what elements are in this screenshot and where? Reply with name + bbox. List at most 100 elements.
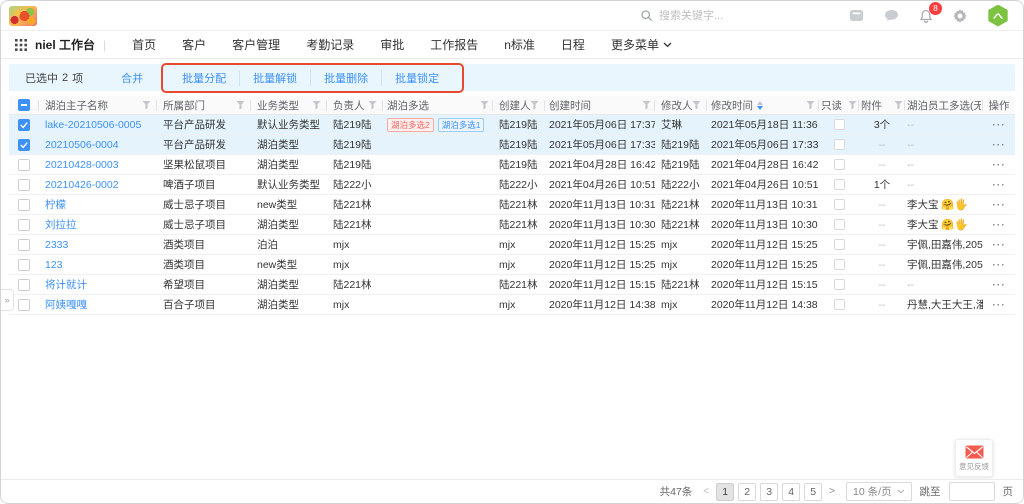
merge-button[interactable]: 合并 [121, 70, 143, 86]
filter-icon[interactable] [806, 101, 815, 110]
sort-icon[interactable] [757, 101, 763, 110]
global-search[interactable] [640, 9, 769, 22]
checkbox[interactable] [834, 259, 845, 270]
page-button[interactable]: 2 [738, 483, 756, 501]
table-row[interactable]: 2333酒类项目泊泊mjxmjx2020年11月12日 15:25mjx2020… [9, 235, 1015, 255]
chat-icon[interactable] [884, 9, 899, 22]
checkbox[interactable] [834, 179, 845, 190]
more-actions-icon[interactable]: ··· [992, 259, 1006, 271]
nav-item[interactable]: 日程 [561, 36, 585, 53]
checkbox[interactable] [834, 279, 845, 290]
nav-item[interactable]: 客户 [182, 36, 206, 53]
filter-icon[interactable] [848, 101, 857, 110]
page-size-select[interactable]: 10 条/页 [846, 482, 912, 501]
checkbox[interactable] [18, 199, 30, 211]
checkbox[interactable] [834, 239, 845, 250]
checkbox[interactable] [834, 159, 845, 170]
more-actions-icon[interactable]: ··· [992, 199, 1006, 211]
bell-icon[interactable]: 8 [919, 9, 933, 23]
more-actions-icon[interactable]: ··· [992, 119, 1006, 131]
page-button[interactable]: 3 [760, 483, 778, 501]
checkbox[interactable] [18, 179, 30, 191]
record-link[interactable]: 20210428-0003 [45, 159, 119, 171]
checkbox[interactable] [18, 299, 30, 311]
nav-item[interactable]: 客户管理 [232, 36, 280, 53]
cell-emp: 李大宝 🤗🖐 [905, 195, 983, 214]
nav-item[interactable]: n标准 [504, 36, 535, 53]
filter-icon[interactable] [530, 101, 539, 110]
search-input[interactable] [659, 10, 769, 22]
checkbox[interactable] [834, 299, 845, 310]
checkbox[interactable] [18, 259, 30, 271]
nav-item[interactable]: 考勤记录 [306, 36, 354, 53]
more-actions-icon[interactable]: ··· [992, 299, 1006, 311]
record-link[interactable]: 123 [45, 259, 63, 271]
apps-grid-icon[interactable] [15, 39, 27, 51]
record-link[interactable]: lake-20210506-0005 [45, 119, 141, 131]
next-page-button[interactable]: > [826, 486, 838, 497]
table-row[interactable]: 20210428-0003坚果松鼠项目湖泊类型陆219陆陆219陆2021年04… [9, 155, 1015, 175]
notebook-icon[interactable] [849, 9, 864, 22]
page-button[interactable]: 5 [804, 483, 822, 501]
record-link[interactable]: 阿姨嘎嘎 [45, 297, 87, 312]
checkbox[interactable] [18, 159, 30, 171]
table-row[interactable]: 123酒类项目new类型mjxmjx2020年11月12日 15:25mjx20… [9, 255, 1015, 275]
nav-item[interactable]: 工作报告 [430, 36, 478, 53]
more-actions-icon[interactable]: ··· [992, 159, 1006, 171]
more-actions-icon[interactable]: ··· [992, 179, 1006, 191]
table-row[interactable]: 将计就计希望项目湖泊类型陆221林陆221林2020年11月12日 15:15陆… [9, 275, 1015, 295]
app-logo[interactable] [9, 6, 37, 26]
prev-page-button[interactable]: < [700, 486, 712, 497]
more-menu[interactable]: 更多菜单 [611, 36, 672, 53]
table-row[interactable]: 20210426-0002啤酒子项目默认业务类型陆222小陆222小2021年0… [9, 175, 1015, 195]
record-link[interactable]: 将计就计 [45, 277, 87, 292]
checkbox[interactable] [18, 139, 30, 151]
checkbox[interactable] [834, 219, 845, 230]
filter-icon[interactable] [236, 101, 245, 110]
checkbox[interactable] [18, 219, 30, 231]
nav-item[interactable]: 审批 [380, 36, 404, 53]
filter-icon[interactable] [312, 101, 321, 110]
user-avatar[interactable] [987, 5, 1009, 27]
record-link[interactable]: 20210426-0002 [45, 179, 119, 191]
gear-icon[interactable] [953, 9, 967, 23]
filter-icon[interactable] [368, 101, 377, 110]
cell-owner: 陆219陆 [327, 155, 383, 174]
batch-action-link[interactable]: 批量锁定 [381, 70, 452, 86]
batch-action-link[interactable]: 批量解锁 [239, 70, 310, 86]
checkbox[interactable] [18, 99, 30, 111]
batch-action-link[interactable]: 批量分配 [169, 70, 239, 86]
more-actions-icon[interactable]: ··· [992, 139, 1006, 151]
checkbox[interactable] [834, 139, 845, 150]
batch-action-link[interactable]: 批量删除 [310, 70, 381, 86]
filter-icon[interactable] [642, 101, 651, 110]
checkbox[interactable] [18, 239, 30, 251]
more-actions-icon[interactable]: ··· [992, 219, 1006, 231]
page-button[interactable]: 4 [782, 483, 800, 501]
jump-page-input[interactable] [949, 482, 995, 501]
checkbox[interactable] [834, 199, 845, 210]
filter-icon[interactable] [692, 101, 701, 110]
checkbox[interactable] [834, 119, 845, 130]
feedback-button[interactable]: 意见反馈 [955, 439, 993, 477]
table-row[interactable]: 柠檬威士忌子项目new类型陆221林陆221林2020年11月13日 10:31… [9, 195, 1015, 215]
record-link[interactable]: 刘拉拉 [45, 217, 77, 232]
table-row[interactable]: lake-20210506-0005平台产品研发默认业务类型陆219陆湖泊多选2… [9, 115, 1015, 135]
record-link[interactable]: 柠檬 [45, 197, 66, 212]
more-actions-icon[interactable]: ··· [992, 239, 1006, 251]
table-row[interactable]: 刘拉拉威士忌子项目湖泊类型陆221林陆221林2020年11月13日 10:30… [9, 215, 1015, 235]
sidebar-expand-handle[interactable]: » [1, 289, 14, 311]
record-link[interactable]: 20210506-0004 [45, 139, 119, 151]
filter-icon[interactable] [894, 101, 903, 110]
more-actions-icon[interactable]: ··· [992, 279, 1006, 291]
table-row[interactable]: 20210506-0004平台产品研发湖泊类型陆219陆陆219陆2021年05… [9, 135, 1015, 155]
filter-icon[interactable] [480, 101, 489, 110]
checkbox[interactable] [18, 279, 30, 291]
nav-item[interactable]: 首页 [132, 36, 156, 53]
record-link[interactable]: 2333 [45, 239, 68, 251]
page-button[interactable]: 1 [716, 483, 734, 501]
checkbox[interactable] [18, 119, 30, 131]
table-row[interactable]: 阿姨嘎嘎百合子项目湖泊类型mjxmjx2020年11月12日 14:38mjx2… [9, 295, 1015, 315]
filter-icon[interactable] [142, 101, 151, 110]
workspace-title[interactable]: niel 工作台 [35, 36, 95, 53]
